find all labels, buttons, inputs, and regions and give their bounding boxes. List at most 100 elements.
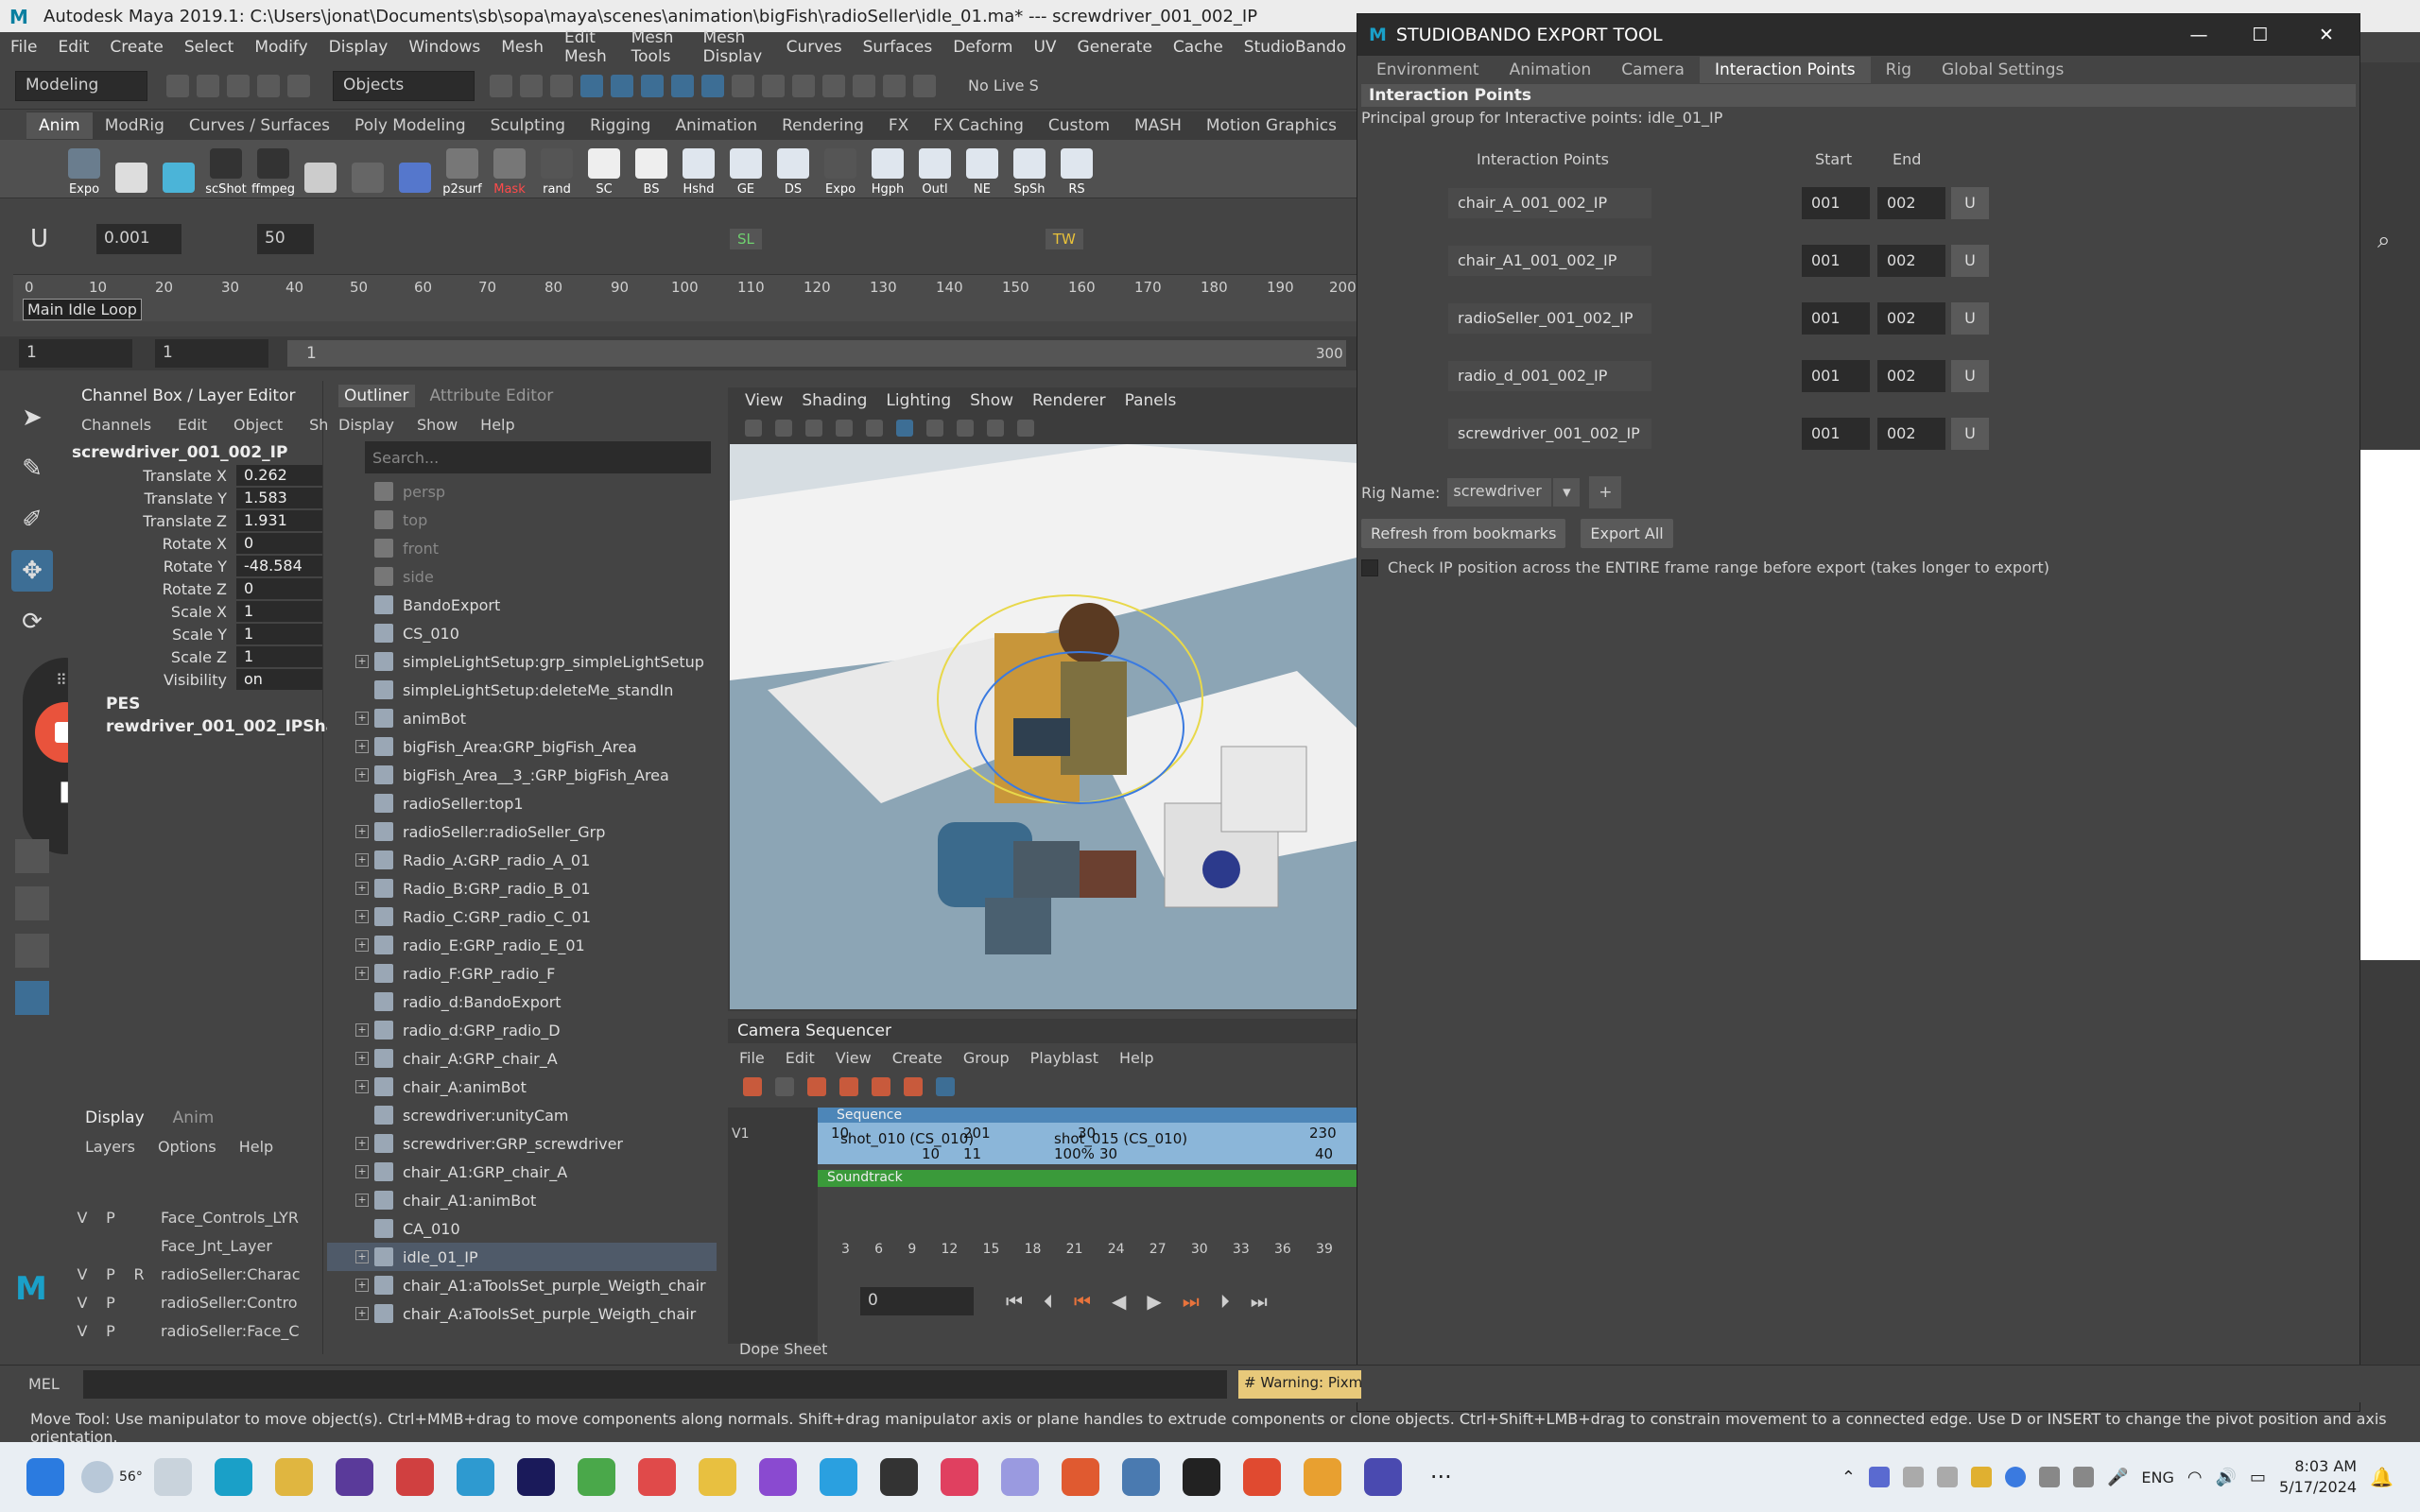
layer-row[interactable]: V PradioSeller:Contro bbox=[68, 1288, 316, 1316]
attr-row[interactable]: Scale Z1 bbox=[68, 645, 322, 668]
grid-icon[interactable] bbox=[805, 420, 822, 437]
sync-icon[interactable] bbox=[936, 1077, 955, 1096]
ipr-render-icon[interactable] bbox=[792, 74, 815, 97]
attr-row[interactable]: Rotate Y -48.584 bbox=[68, 555, 322, 577]
tray-app-icon[interactable] bbox=[1936, 1467, 1958, 1487]
app-icon[interactable] bbox=[819, 1458, 857, 1496]
3d-scene-view[interactable] bbox=[730, 444, 1357, 1009]
select-component-icon[interactable] bbox=[550, 74, 573, 97]
step-forward-icon[interactable]: ⏵ bbox=[1220, 1290, 1230, 1313]
outliner-item[interactable]: + chair_A:animBot bbox=[327, 1073, 717, 1101]
layers-menu[interactable]: Layers bbox=[85, 1138, 135, 1156]
script-lang-toggle[interactable]: MEL bbox=[28, 1375, 76, 1393]
vp-lighting-menu[interactable]: Lighting bbox=[876, 391, 960, 410]
redo-icon[interactable] bbox=[287, 74, 310, 97]
ip-start-field[interactable]: 001 bbox=[1802, 187, 1870, 219]
maya-app-icon[interactable] bbox=[214, 1458, 252, 1496]
slack-app-icon[interactable] bbox=[577, 1458, 615, 1496]
ip-name[interactable]: chair_A1_001_002_IP bbox=[1448, 246, 1651, 276]
tray-app-icon[interactable] bbox=[1902, 1467, 1924, 1487]
render-icon[interactable] bbox=[762, 74, 785, 97]
magnet-icon[interactable]: U bbox=[30, 225, 59, 253]
outliner-item[interactable]: simpleLightSetup:deleteMe_standIn bbox=[327, 676, 717, 704]
snap-grid-icon[interactable] bbox=[580, 74, 603, 97]
menu-generate[interactable]: Generate bbox=[1067, 38, 1163, 57]
shelf-btn-star[interactable] bbox=[391, 140, 439, 198]
prev-key-icon[interactable]: ⏮ bbox=[1074, 1290, 1091, 1313]
object-menu[interactable]: Object bbox=[233, 416, 283, 434]
outliner-item[interactable]: + chair_A1:animBot bbox=[327, 1186, 717, 1214]
tray-app-icon[interactable] bbox=[2038, 1467, 2060, 1487]
weather-widget[interactable]: 56° bbox=[81, 1461, 143, 1493]
ip-name[interactable]: radio_d_001_002_IP bbox=[1448, 361, 1651, 391]
outliner-item[interactable]: front bbox=[327, 534, 717, 562]
menu-create[interactable]: Create bbox=[99, 38, 174, 57]
layer-row[interactable]: V PradioSeller:Face_C bbox=[68, 1316, 316, 1345]
play-back-icon[interactable]: ◀ bbox=[1112, 1290, 1126, 1313]
outliner-item[interactable]: + Radio_C:GRP_radio_C_01 bbox=[327, 902, 717, 931]
tab-global-settings[interactable]: Global Settings bbox=[1927, 57, 2079, 83]
outliner-item[interactable]: radio_d:BandoExport bbox=[327, 988, 717, 1016]
shelf-btn-ffmpeg[interactable]: ffmpeg bbox=[250, 140, 297, 198]
script-warning[interactable]: # Warning: Pixma bbox=[1238, 1369, 1361, 1399]
outliner-item[interactable]: + screwdriver:GRP_screwdriver bbox=[327, 1129, 717, 1158]
shelf-btn-outl[interactable]: Outl bbox=[911, 140, 959, 198]
menu-display[interactable]: Display bbox=[319, 38, 399, 57]
attr-row[interactable]: Rotate Z0 bbox=[68, 577, 322, 600]
app-icon[interactable] bbox=[1303, 1458, 1341, 1496]
outliner-item[interactable]: + bigFish_Area__3_:GRP_bigFish_Area bbox=[327, 761, 717, 789]
shelf-tab-fx[interactable]: FX bbox=[876, 112, 921, 139]
menu-edit[interactable]: Edit bbox=[47, 38, 99, 57]
rig-name-dropdown[interactable]: screwdriver bbox=[1447, 478, 1552, 507]
app-icon[interactable] bbox=[637, 1458, 676, 1496]
ip-name[interactable]: chair_A_001_002_IP bbox=[1448, 188, 1651, 218]
attr-row[interactable]: Scale X1 bbox=[68, 600, 322, 623]
shelf-tab-rigging[interactable]: Rigging bbox=[578, 112, 663, 139]
camera-icon[interactable] bbox=[745, 420, 762, 437]
language-indicator[interactable]: ENG bbox=[2141, 1469, 2173, 1486]
new-scene-icon[interactable] bbox=[166, 74, 189, 97]
menu-file[interactable]: File bbox=[0, 38, 47, 57]
render-settings-icon[interactable] bbox=[822, 74, 845, 97]
vp-show-menu[interactable]: Show bbox=[960, 391, 1023, 410]
check-ip-checkbox[interactable] bbox=[1361, 558, 1378, 576]
outliner-display-menu[interactable]: Display bbox=[338, 416, 394, 434]
ip-start-field[interactable]: 001 bbox=[1802, 418, 1870, 450]
smooth-shade-icon[interactable] bbox=[866, 420, 883, 437]
textured-icon[interactable] bbox=[896, 420, 913, 437]
shelf-btn-hgph[interactable]: Hgph bbox=[864, 140, 911, 198]
shelf-btn-magnet[interactable] bbox=[108, 140, 155, 198]
select-tool-icon[interactable]: ➤ bbox=[11, 397, 53, 438]
shelf-btn-ge[interactable]: GE bbox=[722, 140, 769, 198]
live-surface-label[interactable]: No Live S bbox=[968, 77, 1039, 94]
options-menu[interactable]: Options bbox=[158, 1138, 216, 1156]
attr-row[interactable]: Translate Z 1.931 bbox=[68, 509, 322, 532]
ip-name[interactable]: radioSeller_001_002_IP bbox=[1448, 303, 1651, 334]
outliner-item[interactable]: + animBot bbox=[327, 704, 717, 732]
after-effects-app-icon[interactable] bbox=[516, 1458, 555, 1496]
shelf-tab-modrig[interactable]: ModRig bbox=[93, 112, 177, 139]
shelf-btn-playblast[interactable] bbox=[297, 140, 344, 198]
select-hierarchy-icon[interactable] bbox=[490, 74, 512, 97]
shelf-btn-bs[interactable]: BS bbox=[628, 140, 675, 198]
shelf-btn-expo[interactable]: Expo bbox=[60, 140, 108, 198]
chrome-app-icon[interactable] bbox=[274, 1458, 313, 1496]
clock[interactable]: 8:03 AM 5/17/2024 bbox=[2279, 1456, 2357, 1498]
rotate-tool-icon[interactable]: ⟳ bbox=[11, 601, 53, 643]
terminal-app-icon[interactable] bbox=[1182, 1458, 1220, 1496]
menu-surfaces[interactable]: Surfaces bbox=[853, 38, 943, 57]
shot-track[interactable]: 10 shot_010 (CS_010) 201 11 10 30 shot_0… bbox=[818, 1123, 1357, 1164]
tray-app-icon[interactable] bbox=[1868, 1467, 1890, 1487]
ip-update-button[interactable]: U bbox=[1951, 302, 1989, 335]
volume-icon[interactable]: 🔊 bbox=[2216, 1468, 2237, 1487]
sl-button[interactable]: SL bbox=[730, 229, 762, 249]
edit-menu[interactable]: Edit bbox=[178, 416, 207, 434]
menu-mesh[interactable]: Mesh bbox=[491, 38, 554, 57]
trim-icon[interactable] bbox=[839, 1077, 858, 1096]
menu-edit-mesh[interactable]: Edit Mesh bbox=[554, 28, 621, 66]
shelf-btn-ds[interactable]: DS bbox=[769, 140, 817, 198]
open-scene-icon[interactable] bbox=[197, 74, 219, 97]
camseq-playblast-menu[interactable]: Playblast bbox=[1030, 1049, 1098, 1067]
snap-surface-icon[interactable] bbox=[701, 74, 724, 97]
ip-end-field[interactable]: 002 bbox=[1877, 187, 1945, 219]
